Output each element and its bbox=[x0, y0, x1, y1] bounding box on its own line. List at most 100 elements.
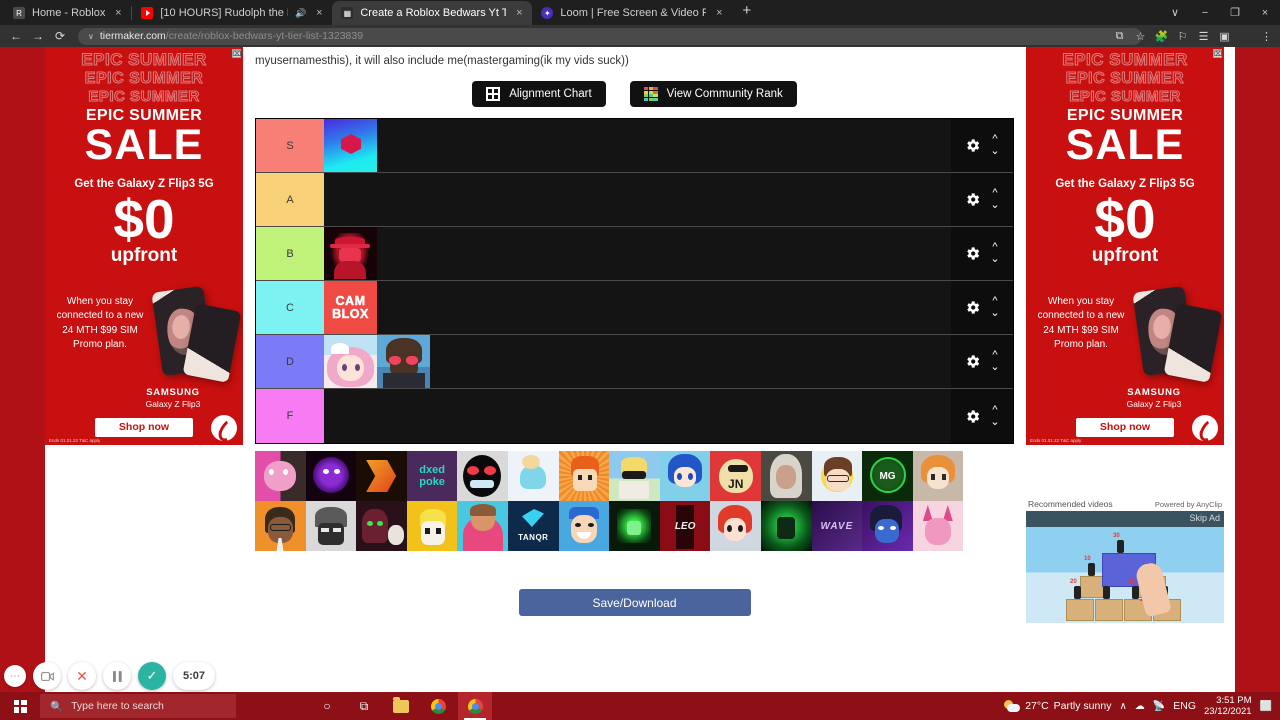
browser-tab-0[interactable]: R Home - Roblox × bbox=[4, 1, 132, 25]
reading-list-icon[interactable]: ☰ bbox=[1194, 30, 1213, 43]
orange-hair-avatar[interactable] bbox=[912, 451, 964, 501]
cortana-icon[interactable]: ○ bbox=[310, 692, 344, 720]
gear-icon[interactable] bbox=[964, 408, 981, 425]
chevron-down-icon[interactable]: ⌄ bbox=[990, 308, 999, 319]
red-hair-anime-avatar[interactable] bbox=[710, 501, 761, 551]
chevron-down-icon[interactable]: ⌄ bbox=[990, 254, 999, 265]
taskbar-clock[interactable]: 3:51 PM 23/12/2021 bbox=[1204, 695, 1252, 717]
labs-beaker-icon[interactable]: ⚐ bbox=[1173, 30, 1192, 43]
green-matrix-avatar[interactable] bbox=[760, 501, 812, 551]
tier-drop-zone-f[interactable] bbox=[324, 389, 951, 443]
red-hat-avatar-thumbnail[interactable] bbox=[324, 227, 377, 280]
task-view-icon[interactable]: ⧉ bbox=[347, 692, 381, 720]
browser-tab-3[interactable]: ✦ Loom | Free Screen & Video Rec × bbox=[532, 1, 733, 25]
close-window-button[interactable]: × bbox=[1250, 7, 1280, 19]
chevron-up-icon[interactable]: ^ bbox=[992, 134, 997, 145]
ad-shop-now-button[interactable]: Shop now bbox=[95, 417, 193, 437]
tray-expand-icon[interactable]: ∧ bbox=[1119, 701, 1126, 712]
windows-start-icon[interactable] bbox=[0, 692, 40, 720]
loom-cancel-icon[interactable]: ✕ bbox=[68, 662, 96, 690]
new-tab-button[interactable]: + bbox=[732, 2, 761, 23]
reload-icon[interactable]: ⟳ bbox=[52, 29, 68, 43]
brown-sunglasses-avatar-thumbnail[interactable] bbox=[377, 335, 430, 388]
immortal-jellyfish-logo[interactable] bbox=[507, 451, 559, 501]
loom-camera-icon[interactable] bbox=[33, 662, 61, 690]
site-info-icon[interactable]: ∨ bbox=[88, 32, 94, 41]
grey-ninja-avatar[interactable] bbox=[305, 501, 357, 551]
camblox-logo-thumbnail[interactable]: CAM BLOX bbox=[324, 281, 377, 334]
black-red-goggles-face[interactable] bbox=[457, 451, 508, 501]
wave-purple-logo[interactable]: WAVE bbox=[811, 501, 863, 551]
loom-pause-icon[interactable] bbox=[103, 662, 131, 690]
man-orange-bg-photo[interactable] bbox=[255, 501, 306, 551]
blonde-sunglasses-avatar[interactable] bbox=[609, 451, 660, 501]
tier-label-a[interactable]: A bbox=[256, 173, 324, 226]
yellow-bg-avatar[interactable] bbox=[406, 501, 458, 551]
side-panel-icon[interactable]: ▣ bbox=[1215, 30, 1234, 43]
tab-close-icon[interactable]: × bbox=[313, 7, 325, 19]
chevron-down-icon[interactable]: ⌄ bbox=[990, 362, 999, 373]
pink-horns-avatar[interactable] bbox=[912, 501, 964, 551]
chevron-up-icon[interactable]: ^ bbox=[992, 296, 997, 307]
extensions-puzzle-icon[interactable]: 🧩 bbox=[1152, 30, 1171, 43]
chevron-up-icon[interactable]: ^ bbox=[992, 404, 997, 415]
share-icon[interactable]: ⧉ bbox=[1110, 30, 1129, 43]
forward-icon[interactable]: → bbox=[30, 29, 46, 43]
leo-logo[interactable]: LEO bbox=[659, 501, 711, 551]
dxed-poke-logo[interactable]: dxed poke bbox=[406, 451, 458, 501]
pink-hair-avatar-thumbnail[interactable] bbox=[324, 335, 377, 388]
onedrive-icon[interactable]: ☁ bbox=[1135, 701, 1145, 712]
mg-green-logo[interactable]: MG bbox=[862, 451, 913, 501]
jn-bird-logo[interactable]: JN bbox=[710, 451, 761, 501]
tier-label-f[interactable]: F bbox=[256, 389, 324, 443]
tier-label-c[interactable]: C bbox=[256, 281, 324, 334]
dark-panda-avatar[interactable] bbox=[356, 501, 407, 551]
tab-close-icon[interactable]: × bbox=[513, 7, 525, 19]
pink-black-split-avatar[interactable] bbox=[255, 451, 306, 501]
bookmark-star-icon[interactable]: ☆ bbox=[1131, 30, 1150, 43]
gear-icon[interactable] bbox=[964, 353, 981, 370]
tier-label-d[interactable]: D bbox=[256, 335, 324, 388]
skip-ad-button[interactable]: Skip Ad bbox=[1189, 513, 1220, 523]
chevron-down-icon[interactable]: ⌄ bbox=[990, 416, 999, 427]
dv-logo[interactable] bbox=[356, 451, 407, 501]
neon-green-avatar[interactable] bbox=[609, 501, 660, 551]
pink-hoodie-avatar[interactable] bbox=[457, 501, 508, 551]
notification-center-icon[interactable]: ⬜ bbox=[1260, 701, 1272, 712]
brown-hair-glasses-avatar[interactable] bbox=[811, 451, 863, 501]
ad-shop-now-button[interactable]: Shop now bbox=[1076, 417, 1174, 437]
roblox-logo-thumbnail[interactable] bbox=[324, 119, 377, 172]
gear-icon[interactable] bbox=[964, 245, 981, 262]
back-icon[interactable]: ← bbox=[8, 29, 24, 43]
language-indicator[interactable]: ENG bbox=[1173, 700, 1196, 712]
gear-icon[interactable] bbox=[964, 137, 981, 154]
advertisement-right[interactable]: ⌧ EPIC SUMMER EPIC SUMMER EPIC SUMMER EP… bbox=[1026, 47, 1224, 445]
tab-mute-icon[interactable]: 🔊 bbox=[295, 8, 306, 19]
gear-icon[interactable] bbox=[964, 191, 981, 208]
person-hood-photo[interactable] bbox=[760, 451, 812, 501]
tier-drop-zone-s[interactable] bbox=[324, 119, 951, 172]
tier-label-b[interactable]: B bbox=[256, 227, 324, 280]
tier-drop-zone-b[interactable] bbox=[324, 227, 951, 280]
chrome-active-icon[interactable] bbox=[458, 692, 492, 720]
save-download-button[interactable]: Save/Download bbox=[518, 589, 751, 616]
loom-finish-icon[interactable]: ✓ bbox=[138, 662, 166, 690]
file-explorer-icon[interactable] bbox=[384, 692, 418, 720]
tier-drop-zone-d[interactable] bbox=[324, 335, 951, 388]
chevron-up-icon[interactable]: ^ bbox=[992, 242, 997, 253]
advertisement-left[interactable]: ⌧ EPIC SUMMER EPIC SUMMER EPIC SUMMER EP… bbox=[45, 47, 243, 445]
image-tray[interactable]: dxed poke JN MG TANQR LEO WAVE bbox=[255, 451, 1014, 551]
tier-label-s[interactable]: S bbox=[256, 119, 324, 172]
blue-hair-anime-avatar[interactable] bbox=[659, 451, 711, 501]
gear-icon[interactable] bbox=[964, 299, 981, 316]
tier-drop-zone-a[interactable] bbox=[324, 173, 951, 226]
chevron-up-icon[interactable]: ^ bbox=[992, 350, 997, 361]
ad-close-icon[interactable]: ⌧ bbox=[1213, 49, 1222, 58]
chevron-down-icon[interactable]: ⌄ bbox=[990, 146, 999, 157]
browser-tab-1[interactable]: [10 HOURS] Rudolph the Re 🔊 × bbox=[132, 1, 333, 25]
minimize-button[interactable]: − bbox=[1190, 7, 1220, 19]
chevron-up-icon[interactable]: ^ bbox=[992, 188, 997, 199]
tab-close-icon[interactable]: × bbox=[713, 7, 725, 19]
purple-wolf-logo[interactable] bbox=[305, 451, 357, 501]
tier-drop-zone-c[interactable]: CAM BLOX bbox=[324, 281, 951, 334]
